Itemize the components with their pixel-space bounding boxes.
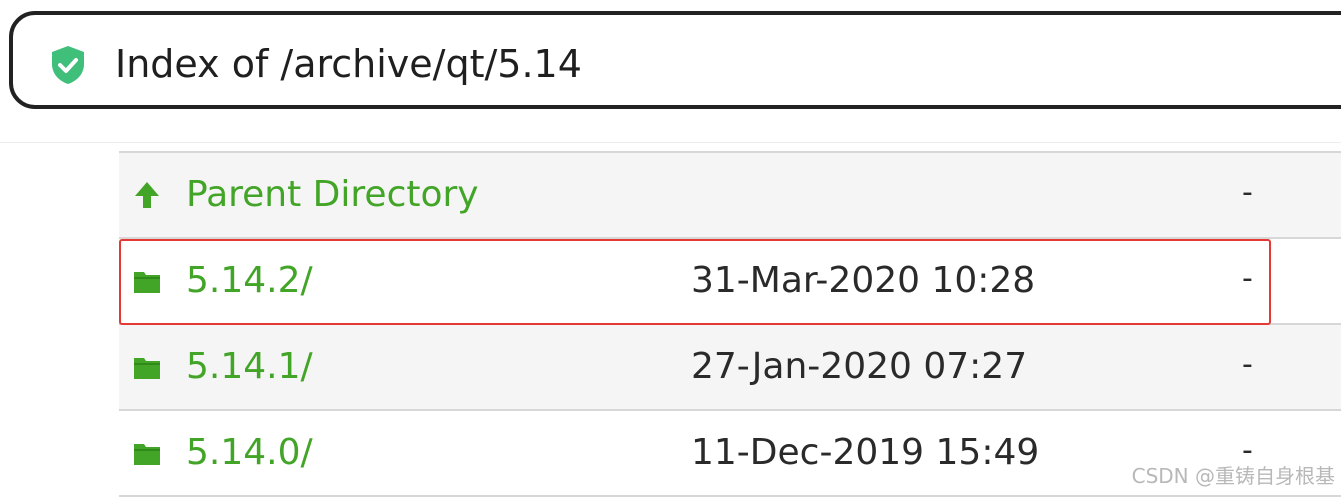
parent-directory-link[interactable]: Parent Directory bbox=[186, 173, 479, 217]
list-item[interactable]: Parent Directory - bbox=[119, 151, 1341, 237]
file-size: - bbox=[1242, 261, 1253, 296]
watermark: CSDN @重铸自身根基 bbox=[1131, 464, 1335, 488]
folder-icon bbox=[134, 272, 160, 293]
file-size: - bbox=[1242, 347, 1253, 382]
up-arrow-icon bbox=[135, 182, 159, 208]
page: Index of /archive/qt/5.14 Parent Directo… bbox=[0, 0, 1341, 497]
file-size: - bbox=[1242, 175, 1253, 210]
modified-date: 31-Mar-2020 10:28 bbox=[691, 260, 1036, 301]
folder-icon bbox=[134, 358, 160, 379]
modified-date: 11-Dec-2019 15:49 bbox=[691, 432, 1040, 473]
url-text[interactable]: Index of /archive/qt/5.14 bbox=[115, 41, 582, 87]
folder-icon bbox=[134, 444, 160, 465]
modified-date: 27-Jan-2020 07:27 bbox=[691, 346, 1028, 387]
divider bbox=[0, 142, 1341, 143]
address-bar[interactable]: Index of /archive/qt/5.14 bbox=[9, 11, 1341, 109]
list-item[interactable]: 5.14.1/ 27-Jan-2020 07:27 - bbox=[119, 323, 1341, 409]
folder-link[interactable]: 5.14.1/ bbox=[186, 345, 313, 389]
folder-link[interactable]: 5.14.0/ bbox=[186, 431, 313, 475]
list-item[interactable]: 5.14.2/ 31-Mar-2020 10:28 - bbox=[119, 237, 1341, 323]
directory-listing: Parent Directory - 5.14.2/ 31-Mar-2020 1… bbox=[119, 151, 1341, 497]
folder-link[interactable]: 5.14.2/ bbox=[186, 259, 313, 303]
shield-check-icon bbox=[52, 46, 84, 84]
